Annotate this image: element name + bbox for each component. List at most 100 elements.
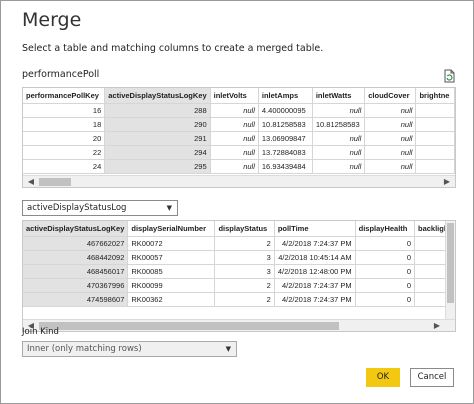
table-cell: 4/2/2018 7:24:37 PM (274, 292, 356, 307)
column-header[interactable]: inletAmps (258, 88, 313, 104)
column-header[interactable]: displayStatus (214, 221, 275, 237)
table-cell: 468442092 (23, 250, 129, 265)
scrollbar-thumb[interactable] (39, 322, 339, 330)
table-cell: 3 (214, 250, 275, 265)
table-cell: 20 (23, 131, 106, 146)
scroll-right-icon[interactable]: ▶ (441, 177, 453, 187)
join-kind-value: Inner (only matching rows) (27, 344, 142, 354)
column-header-selected[interactable]: activeDisplayStatusLogKey (23, 221, 129, 237)
dialog-subtitle: Select a table and matching columns to c… (22, 43, 324, 54)
selected-table-value: activeDisplayStatusLog (27, 203, 127, 213)
scroll-left-icon[interactable]: ◀ (25, 177, 37, 187)
table-row: 18 290 null 10.81258583 10.81258583 null (23, 117, 455, 132)
table-cell: 0 (355, 236, 416, 251)
table-cell: 13.06909847 (258, 131, 313, 146)
scroll-right-icon[interactable]: ▶ (431, 321, 443, 331)
table-cell: 470367996 (23, 278, 129, 293)
table-cell: 0 (355, 278, 416, 293)
table-cell: 16 (23, 103, 106, 118)
horizontal-scrollbar[interactable]: ◀ ▶ (23, 319, 455, 331)
table-row: 474598607 RK00362 2 4/2/2018 7:24:37 PM … (23, 292, 455, 307)
table-cell: null (312, 131, 366, 146)
table-cell: 22 (23, 145, 106, 160)
horizontal-scrollbar[interactable]: ◀ ▶ (23, 175, 455, 187)
table-cell: null (364, 131, 417, 146)
table-cell: 4/2/2018 12:48:00 PM (274, 264, 356, 279)
table-cell: RK00072 (127, 236, 216, 251)
table-row: 467662027 RK00072 2 4/2/2018 7:24:37 PM … (23, 236, 455, 251)
table-cell: 3 (214, 264, 275, 279)
table-cell: null (210, 159, 259, 174)
table-cell: 288 (104, 103, 211, 118)
table-cell: RK00099 (127, 278, 216, 293)
scrollbar-thumb[interactable] (39, 178, 71, 186)
column-header[interactable]: brightne (415, 88, 455, 104)
table-cell: 10.81258583 (258, 117, 313, 132)
chevron-down-icon: ▼ (166, 204, 172, 212)
table-cell: null (364, 117, 417, 132)
column-header[interactable]: pollTime (274, 221, 356, 237)
table-cell: 24 (23, 159, 106, 174)
table-cell: 2 (214, 292, 275, 307)
table-cell: 13.72884083 (258, 145, 313, 160)
table-cell: 468456017 (23, 264, 129, 279)
column-header[interactable]: inletVolts (210, 88, 259, 104)
table-cell: null (210, 117, 259, 132)
table-cell: 291 (104, 131, 211, 146)
first-table-name: performancePoll (22, 69, 100, 80)
column-header[interactable]: inletWatts (312, 88, 366, 104)
table-row: 24 295 null 16.93439484 null null (23, 159, 455, 174)
table-cell: null (210, 103, 259, 118)
table-cell (415, 131, 455, 146)
column-header[interactable]: cloudCover (364, 88, 417, 104)
table-cell: RK00362 (127, 292, 216, 307)
table-row: 470367996 RK00099 2 4/2/2018 7:24:37 PM … (23, 278, 455, 293)
table-cell: 294 (104, 145, 211, 160)
table-cell: 10.81258583 (312, 117, 366, 132)
table-row: 20 291 null 13.06909847 null null (23, 131, 455, 146)
table-cell: 290 (104, 117, 211, 132)
column-header[interactable]: displaySerialNumber (127, 221, 216, 237)
table-cell: 16.93439484 (258, 159, 313, 174)
table-cell (415, 117, 455, 132)
column-header-selected[interactable]: activeDisplayStatusLogKey (104, 88, 211, 104)
table-cell: null (364, 103, 417, 118)
chevron-down-icon: ▼ (225, 345, 231, 353)
table-cell: null (364, 145, 417, 160)
table-cell: 0 (355, 292, 416, 307)
scrollbar-thumb[interactable] (447, 223, 454, 303)
vertical-scrollbar[interactable] (445, 221, 455, 319)
table-cell (415, 103, 455, 118)
table-cell: null (312, 159, 366, 174)
table-cell: 0 (355, 250, 416, 265)
table-cell: 18 (23, 117, 106, 132)
refresh-preview-icon[interactable] (442, 68, 456, 83)
table-cell: null (364, 159, 417, 174)
table-cell: 474598607 (23, 292, 129, 307)
table-cell: 0 (355, 264, 416, 279)
second-table-dropdown[interactable]: activeDisplayStatusLog ▼ (22, 200, 178, 216)
column-header[interactable]: performancePollKey (23, 88, 106, 104)
ok-button[interactable]: OK (366, 368, 400, 387)
column-header[interactable]: displayHealth (355, 221, 416, 237)
table-cell: 4/2/2018 7:24:37 PM (274, 236, 356, 251)
first-table-preview: performancePollKey activeDisplayStatusLo… (22, 87, 456, 188)
table-cell: 2 (214, 278, 275, 293)
join-kind-dropdown[interactable]: Inner (only matching rows) ▼ (22, 341, 237, 357)
cancel-button[interactable]: Cancel (410, 368, 454, 387)
table-cell: 467662027 (23, 236, 129, 251)
table-cell: null (210, 131, 259, 146)
table-cell: null (312, 103, 366, 118)
table-cell (415, 145, 455, 160)
table-cell: 295 (104, 159, 211, 174)
second-table-preview: activeDisplayStatusLogKey displaySerialN… (22, 220, 456, 332)
table-row: 468456017 RK00085 3 4/2/2018 12:48:00 PM… (23, 264, 455, 279)
join-kind-label: Join Kind (22, 327, 59, 337)
table-cell: RK00057 (127, 250, 216, 265)
table-cell: RK00085 (127, 264, 216, 279)
table-cell: 4.400000095 (258, 103, 313, 118)
table-row: 16 288 null 4.400000095 null null (23, 103, 455, 118)
table-cell: 4/2/2018 7:24:37 PM (274, 278, 356, 293)
table-row: 22 294 null 13.72884083 null null (23, 145, 455, 160)
table-row: 468442092 RK00057 3 4/2/2018 10:45:14 AM… (23, 250, 455, 265)
